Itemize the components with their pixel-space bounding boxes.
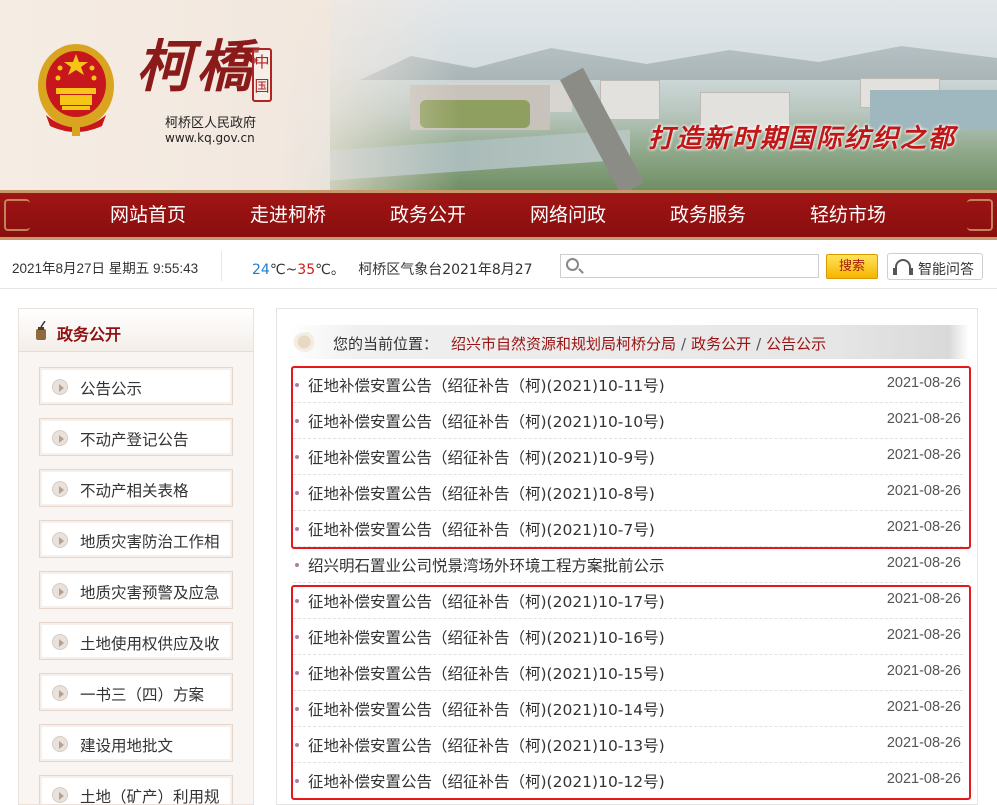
sidebar-item-real-estate-registration[interactable]: 不动产登记公告: [39, 418, 233, 456]
current-datetime: 2021年8月27日 星期五 9:55:43: [12, 261, 199, 276]
article-link[interactable]: 征地补偿安置公告（绍征补告（柯)(2021)10-17号): [308, 590, 665, 612]
article-date: 2021-08-26: [886, 735, 961, 751]
article-date: 2021-08-26: [886, 411, 961, 427]
article-date: 2021-08-26: [886, 663, 961, 679]
sidebar-item-announcements[interactable]: 公告公示: [39, 367, 233, 405]
article-link[interactable]: 征地补偿安置公告（绍征补告（柯)(2021)10-15号): [308, 662, 665, 684]
sidebar-item-land-use-supply[interactable]: 土地使用权供应及收: [39, 622, 233, 660]
weather-low-temp: 24: [252, 262, 270, 278]
sidebar-item-geo-hazard-warning[interactable]: 地质灾害预警及应急: [39, 571, 233, 609]
search-input[interactable]: [585, 257, 813, 275]
article-link[interactable]: 征地补偿安置公告（绍征补告（柯)(2021)10-12号): [308, 770, 665, 792]
sidebar-item-land-approval[interactable]: 建设用地批文: [39, 724, 233, 762]
article-link[interactable]: 绍兴明石置业公司悦景湾场外环境工程方案批前公示: [308, 554, 665, 576]
nav-item-home[interactable]: 网站首页: [78, 193, 218, 237]
article-date: 2021-08-26: [886, 771, 961, 787]
article-link[interactable]: 征地补偿安置公告（绍征补告（柯)(2021)10-9号): [308, 446, 655, 468]
article-date: 2021-08-26: [886, 627, 961, 643]
article-date: 2021-08-26: [886, 375, 961, 391]
arrow-bullet-icon: [52, 430, 68, 446]
sidebar-item-land-mineral-planning[interactable]: 土地（矿产）利用规: [39, 775, 233, 804]
list-item: 征地补偿安置公告（绍征补告（柯)(2021)10-9号) 2021-08-26: [293, 439, 963, 475]
nav-item-gov-affairs-open[interactable]: 政务公开: [358, 193, 498, 237]
china-seal: 中国: [252, 48, 272, 102]
nav-item-about-keqiao[interactable]: 走进柯桥: [218, 193, 358, 237]
gov-name: 柯桥区人民政府: [165, 116, 257, 131]
arrow-bullet-icon: [52, 634, 68, 650]
article-date: 2021-08-26: [886, 555, 961, 571]
article-date: 2021-08-26: [886, 591, 961, 607]
article-link[interactable]: 征地补偿安置公告（绍征补告（柯)(2021)10-8号): [308, 482, 655, 504]
article-link[interactable]: 征地补偿安置公告（绍征补告（柯)(2021)10-10号): [308, 410, 665, 432]
sidebar-header: 政务公开: [19, 309, 253, 352]
headset-icon: [893, 259, 911, 275]
national-emblem-icon: [38, 44, 114, 136]
banner-slogan: 打造新时期国际纺织之都: [648, 124, 957, 154]
weather-ticker-text: 柯桥区气象台2021年8月27: [358, 262, 533, 278]
list-item: 征地补偿安置公告（绍征补告（柯)(2021)10-7号) 2021-08-26: [293, 511, 963, 547]
weather-high-temp: 35: [297, 262, 316, 278]
article-link[interactable]: 征地补偿安置公告（绍征补告（柯)(2021)10-7号): [308, 518, 655, 540]
header-banner: 柯橋 中国 柯桥区人民政府 www.kq.gov.cn 打造新时期国际纺织之都: [0, 0, 997, 190]
article-list: 征地补偿安置公告（绍征补告（柯)(2021)10-11号) 2021-08-26 …: [293, 367, 963, 799]
list-item: 征地补偿安置公告（绍征补告（柯)(2021)10-16号) 2021-08-26: [293, 619, 963, 655]
sidebar-item-geo-hazard-prevention[interactable]: 地质灾害防治工作相: [39, 520, 233, 558]
list-item: 征地补偿安置公告（绍征补告（柯)(2021)10-11号) 2021-08-26: [293, 367, 963, 403]
smart-qa-button[interactable]: 智能问答: [887, 253, 983, 280]
list-item: 绍兴明石置业公司悦景湾场外环境工程方案批前公示 2021-08-26: [293, 547, 963, 583]
nav-ornament-right: [967, 199, 993, 231]
nav-item-textile-market[interactable]: 轻纺市场: [778, 193, 918, 237]
article-date: 2021-08-26: [886, 447, 961, 463]
article-link[interactable]: 征地补偿安置公告（绍征补告（柯)(2021)10-16号): [308, 626, 665, 648]
nav-ornament-left: [4, 199, 30, 231]
list-item: 征地补偿安置公告（绍征补告（柯)(2021)10-12号) 2021-08-26: [293, 763, 963, 799]
cloud-icon: [293, 332, 321, 352]
list-item: 征地补偿安置公告（绍征补告（柯)(2021)10-13号) 2021-08-26: [293, 727, 963, 763]
arrow-bullet-icon: [52, 583, 68, 599]
breadcrumb-link-gov-open[interactable]: 政务公开: [691, 335, 751, 353]
article-link[interactable]: 征地补偿安置公告（绍征补告（柯)(2021)10-14号): [308, 698, 665, 720]
inkwell-icon: [36, 321, 46, 340]
breadcrumb-prefix: 您的当前位置：: [333, 335, 439, 353]
list-item: 征地补偿安置公告（绍征补告（柯)(2021)10-10号) 2021-08-26: [293, 403, 963, 439]
gov-url: www.kq.gov.cn: [165, 131, 255, 145]
main-nav: 网站首页 走进柯桥 政务公开 网络问政 政务服务 轻纺市场: [0, 190, 997, 240]
list-item: 征地补偿安置公告（绍征补告（柯)(2021)10-15号) 2021-08-26: [293, 655, 963, 691]
breadcrumb: 您的当前位置： 绍兴市自然资源和规划局柯桥分局 / 政务公开 / 公告公示: [289, 325, 969, 359]
search-box: [560, 254, 819, 278]
breadcrumb-link-announcements[interactable]: 公告公示: [766, 335, 826, 353]
sidebar: 政务公开 公告公示 不动产登记公告 不动产相关表格 地质灾害防治工作相 地质灾害…: [18, 308, 254, 805]
sidebar-title: 政务公开: [57, 325, 122, 344]
arrow-bullet-icon: [52, 685, 68, 701]
article-date: 2021-08-26: [886, 483, 961, 499]
article-date: 2021-08-26: [886, 699, 961, 715]
brand-calligraphy: 柯橋: [136, 34, 256, 100]
nav-item-online-inquiry[interactable]: 网络问政: [498, 193, 638, 237]
search-button[interactable]: 搜索: [826, 254, 878, 279]
info-bar: 2021年8月27日 星期五 9:55:43 24℃~35℃。 柯桥区气象台20…: [0, 243, 997, 289]
article-link[interactable]: 征地补偿安置公告（绍征补告（柯)(2021)10-11号): [308, 374, 665, 396]
weather-ticker: 24℃~35℃。 柯桥区气象台2021年8月27: [252, 262, 533, 278]
arrow-bullet-icon: [52, 736, 68, 752]
sidebar-item-plan-documents[interactable]: 一书三（四）方案: [39, 673, 233, 711]
arrow-bullet-icon: [52, 481, 68, 497]
article-link[interactable]: 征地补偿安置公告（绍征补告（柯)(2021)10-13号): [308, 734, 665, 756]
article-date: 2021-08-26: [886, 519, 961, 535]
list-item: 征地补偿安置公告（绍征补告（柯)(2021)10-8号) 2021-08-26: [293, 475, 963, 511]
arrow-bullet-icon: [52, 787, 68, 803]
smart-qa-label: 智能问答: [918, 262, 974, 278]
search-icon: [566, 258, 579, 271]
main-content: 您的当前位置： 绍兴市自然资源和规划局柯桥分局 / 政务公开 / 公告公示 征地补偿安置…: [276, 308, 978, 805]
nav-item-gov-services[interactable]: 政务服务: [638, 193, 778, 237]
banner-building: [600, 80, 660, 120]
breadcrumb-link-bureau[interactable]: 绍兴市自然资源和规划局柯桥分局: [451, 335, 676, 353]
sidebar-item-real-estate-forms[interactable]: 不动产相关表格: [39, 469, 233, 507]
arrow-bullet-icon: [52, 532, 68, 548]
list-item: 征地补偿安置公告（绍征补告（柯)(2021)10-17号) 2021-08-26: [293, 583, 963, 619]
arrow-bullet-icon: [52, 379, 68, 395]
list-item: 征地补偿安置公告（绍征补告（柯)(2021)10-14号) 2021-08-26: [293, 691, 963, 727]
